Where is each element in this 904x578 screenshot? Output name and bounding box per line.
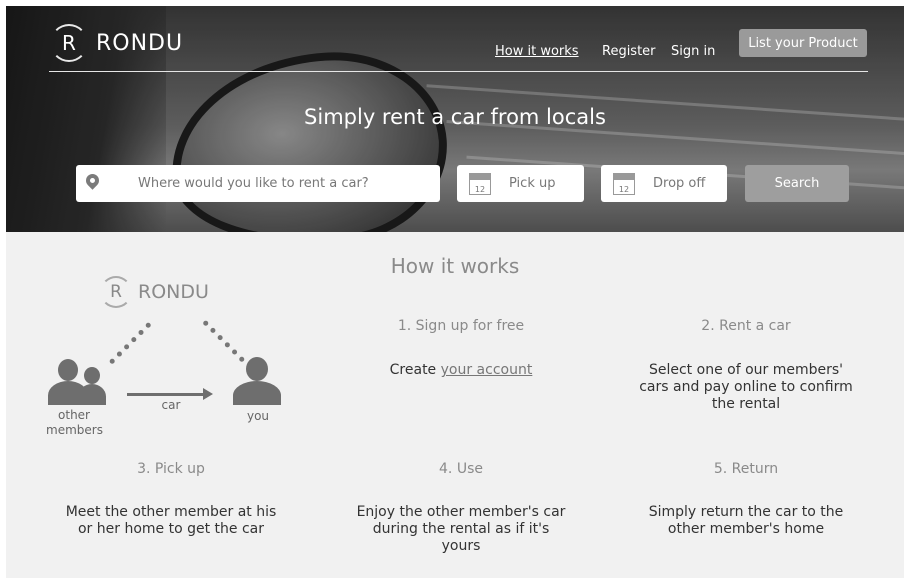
logo-ring-icon: R — [100, 276, 132, 308]
pickup-label: Pick up — [509, 176, 556, 191]
hero-banner: R RONDU How it works Register Sign in Li… — [6, 6, 904, 232]
logo-ring-icon: R — [50, 24, 88, 62]
car-label: car — [161, 398, 181, 412]
create-account-link[interactable]: your account — [441, 362, 533, 378]
step-2-line: the rental — [711, 396, 781, 412]
calendar-day: 12 — [618, 185, 630, 194]
step-3-text: Meet the other member at his or her home… — [46, 504, 296, 538]
diagram-logo: R RONDU — [100, 276, 209, 308]
step-2-title: 2. Rent a car — [701, 318, 791, 334]
location-pin-icon — [83, 171, 102, 190]
location-search-input[interactable]: Where would you like to rent a car? — [76, 165, 440, 202]
step-1-title: 1. Sign up for free — [397, 318, 525, 334]
search-button[interactable]: Search — [745, 165, 849, 202]
hero-tagline: Simply rent a car from locals — [304, 105, 606, 129]
section-title: How it works — [390, 254, 520, 278]
nav-sign-in[interactable]: Sign in — [671, 44, 715, 59]
others-label: other members — [46, 408, 103, 438]
step-3-line: or her home to get the car — [77, 521, 264, 537]
step-4-text: Enjoy the other member's car during the … — [336, 504, 586, 555]
logo-mark: R — [110, 282, 122, 302]
step-4-title: 4. Use — [439, 461, 483, 477]
other-members-icon — [48, 359, 106, 407]
step-5-title: 5. Return — [713, 461, 779, 477]
you-label: you — [246, 409, 270, 423]
nav-register[interactable]: Register — [602, 44, 656, 59]
nav-how-it-works[interactable]: How it works — [495, 44, 579, 59]
dropoff-label: Drop off — [653, 176, 706, 191]
site-logo[interactable]: R RONDU — [50, 24, 183, 62]
pickup-date-field[interactable]: 12 Pick up — [457, 165, 584, 202]
step-4-line: during the rental as if it's — [372, 521, 550, 537]
header-divider — [49, 71, 868, 72]
step-2-line: Select one of our members' — [648, 362, 844, 378]
others-label-line: other — [58, 408, 90, 422]
car-arrow — [127, 393, 205, 396]
dotted-connector — [108, 321, 156, 369]
arrow-head-icon — [203, 388, 213, 400]
logo-name: RONDU — [96, 30, 184, 56]
step-5-line: other member's home — [667, 521, 825, 537]
page: R RONDU How it works Register Sign in Li… — [0, 0, 904, 578]
step-2-text: Select one of our members' cars and pay … — [606, 362, 886, 413]
you-icon — [229, 357, 285, 405]
step-5-line: Simply return the car to the — [648, 504, 844, 520]
how-it-works-section: How it works R RONDU other members car y… — [6, 232, 904, 578]
step-1-text-prefix: Create — [389, 362, 441, 378]
calendar-day: 12 — [474, 185, 486, 194]
list-your-product-button[interactable]: List your Product — [739, 29, 867, 57]
step-5-text: Simply return the car to the other membe… — [606, 504, 886, 538]
step-2-line: cars and pay online to confirm — [639, 379, 853, 395]
step-1-text: Create your account — [336, 362, 586, 379]
logo-mark: R — [62, 31, 76, 55]
others-label-line: members — [46, 423, 103, 437]
step-4-line: Enjoy the other member's car — [356, 504, 566, 520]
dropoff-date-field[interactable]: 12 Drop off — [601, 165, 727, 202]
search-placeholder: Where would you like to rent a car? — [138, 176, 369, 191]
step-3-line: Meet the other member at his — [65, 504, 277, 520]
step-3-title: 3. Pick up — [137, 461, 205, 477]
calendar-icon: 12 — [613, 173, 635, 195]
step-4-line: yours — [441, 538, 481, 554]
diagram-logo-name: RONDU — [138, 281, 209, 303]
calendar-icon: 12 — [469, 173, 491, 195]
